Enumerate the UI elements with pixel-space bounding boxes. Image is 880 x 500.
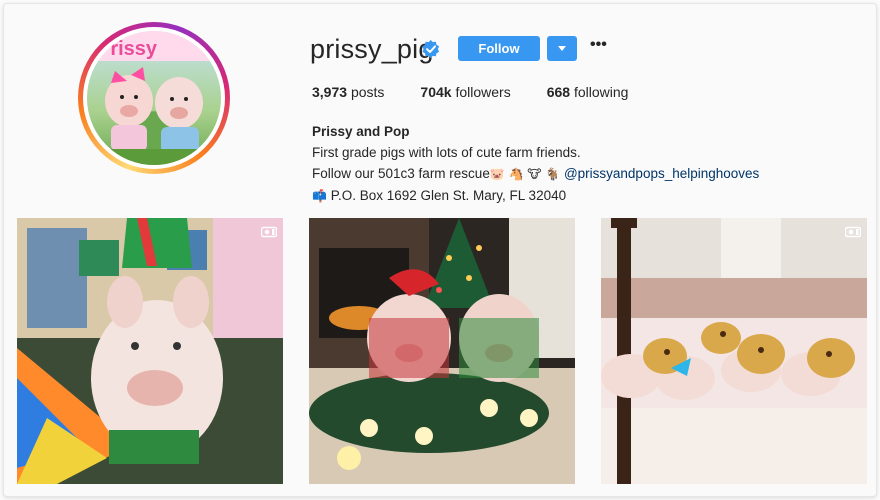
post-thumbnail-3[interactable] — [601, 218, 867, 484]
followers-count: 704k — [420, 84, 452, 100]
bio-line-1: First grade pigs with lots of cute farm … — [312, 145, 581, 160]
following-stat[interactable]: 668 following — [547, 84, 629, 100]
chevron-down-icon — [558, 46, 566, 51]
bio-mention-link[interactable]: @prissyandpops_helpinghooves — [564, 166, 759, 181]
profile-full-name: Prissy and Pop — [312, 124, 410, 139]
mailbox-emoji-icon: 📫 — [312, 189, 327, 203]
following-count: 668 — [546, 84, 571, 100]
posts-label: posts — [350, 84, 385, 100]
profile-avatar-ring[interactable]: Prissy — [78, 22, 230, 174]
posts-count: 3,973 — [312, 84, 348, 100]
bio-line-3: 📫 P.O. Box 1692 Glen St. Mary, FL 32040 — [312, 185, 759, 207]
profile-stats: 3,973 posts 704k followers 668 following — [312, 84, 664, 100]
horse-emoji-icon: 🐴 — [508, 167, 524, 181]
following-label: following — [573, 84, 629, 100]
profile-bio: Prissy and Pop First grade pigs with lot… — [312, 121, 759, 207]
bio-line-2: Follow our 501c3 farm rescue🐷 🐴 🐮 🐐 @pri… — [312, 163, 759, 185]
bio-address: P.O. Box 1692 Glen St. Mary, FL 32040 — [330, 188, 567, 203]
followers-label: followers — [455, 84, 511, 100]
bio-line-2-text: Follow our 501c3 farm rescue — [312, 166, 490, 181]
profile-page: Prissy prissy_pig Follow ••• 3,973 posts… — [3, 3, 877, 497]
verified-badge-icon — [422, 40, 440, 58]
video-icon — [261, 226, 277, 238]
more-options-icon[interactable]: ••• — [590, 37, 610, 56]
post-thumbnail-1[interactable] — [17, 218, 283, 484]
posts-grid — [17, 218, 867, 488]
follow-button[interactable]: Follow — [458, 36, 540, 61]
post-thumbnail-2[interactable] — [309, 218, 575, 484]
svg-text:Prissy: Prissy — [97, 38, 158, 60]
suggested-accounts-dropdown-button[interactable] — [547, 36, 577, 61]
followers-stat[interactable]: 704k followers — [420, 84, 510, 100]
posts-stat: 3,973 posts — [312, 84, 384, 100]
goat-emoji-icon: 🐐 — [545, 167, 561, 181]
pig-emoji-icon: 🐷 — [489, 167, 505, 181]
username: prissy_pig — [310, 34, 434, 64]
cow-emoji-icon: 🐮 — [527, 167, 542, 181]
avatar[interactable]: Prissy — [83, 27, 225, 169]
video-icon — [845, 226, 861, 238]
